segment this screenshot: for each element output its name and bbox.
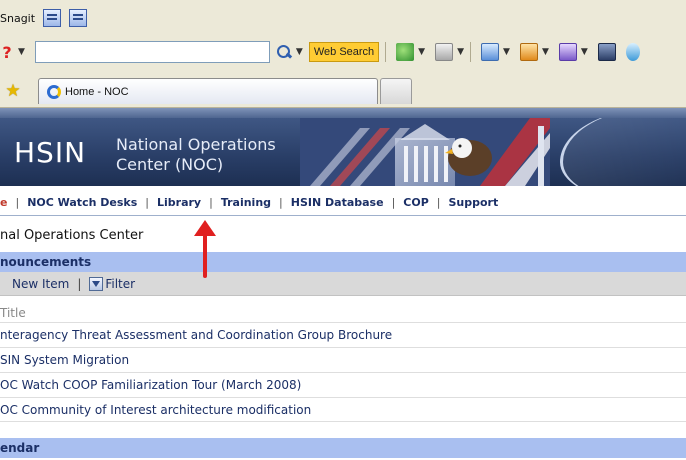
search-toolbar: ? ▼ ▼ Web Search ▼ ▼ ▼ ▼ ▼: [0, 38, 686, 66]
nav-separator: |: [15, 196, 20, 209]
announcement-link[interactable]: OC Community of Interest architecture mo…: [0, 403, 311, 417]
nav-hsin-database[interactable]: HSIN Database: [291, 196, 384, 209]
nav-library[interactable]: Library: [157, 196, 201, 209]
filter-icon[interactable]: [89, 276, 104, 291]
nav-separator: |: [391, 196, 396, 209]
snagit-label: Snagit: [0, 11, 36, 25]
toolbar-divider: [470, 42, 472, 62]
add-bookmark-icon[interactable]: [396, 43, 415, 61]
hsin-logo: HSIN: [14, 136, 87, 169]
banner-subtitle-line1: National Operations: [116, 135, 276, 154]
list-item[interactable]: OC Watch COOP Familiarization Tour (Marc…: [0, 372, 686, 397]
toolbar-divider: [385, 42, 387, 62]
nav-noc-watch-desks[interactable]: NOC Watch Desks: [27, 196, 137, 209]
nav-separator: |: [209, 196, 213, 209]
monument-image: [538, 126, 544, 186]
chevron-down-icon[interactable]: ▼: [296, 47, 303, 57]
snagit-editor-icon[interactable]: [69, 9, 88, 27]
research-icon[interactable]: [597, 43, 616, 61]
chevron-down-icon[interactable]: ▼: [457, 47, 464, 57]
nav-home[interactable]: e: [0, 196, 7, 209]
filter-button[interactable]: Filter: [105, 277, 135, 291]
nav-training[interactable]: Training: [221, 196, 271, 209]
snagit-capture-icon[interactable]: [43, 9, 62, 27]
help-icon[interactable]: ?: [0, 43, 14, 62]
browser-chrome: Snagit ? ▼ ▼ Web Search ▼ ▼ ▼ ▼ ▼ ★ Home…: [0, 0, 686, 108]
chevron-down-icon[interactable]: ▼: [581, 47, 588, 57]
print-icon[interactable]: [481, 43, 500, 61]
new-item-button[interactable]: New Item: [12, 277, 69, 291]
nav-separator: |: [145, 196, 149, 209]
nav-separator: |: [279, 196, 283, 209]
chevron-down-icon[interactable]: ▼: [418, 47, 425, 57]
search-icon[interactable]: [276, 44, 292, 60]
tab-title: Home - NOC: [65, 85, 129, 98]
column-header-title[interactable]: Title: [0, 306, 26, 320]
page-icon[interactable]: [435, 43, 454, 61]
new-tab-button[interactable]: [380, 78, 412, 104]
web-search-input[interactable]: [34, 41, 270, 63]
list-item[interactable]: OC Community of Interest architecture mo…: [0, 397, 686, 422]
mail-icon[interactable]: [519, 43, 538, 61]
banner-top-strip: [0, 108, 686, 118]
banner-swoosh: [560, 118, 686, 186]
page-title: nal Operations Center: [0, 228, 144, 243]
ie-logo-icon: [47, 84, 61, 99]
tab-home-noc[interactable]: Home - NOC: [38, 78, 378, 104]
annotation-arrow-icon: [194, 220, 216, 278]
nav-support[interactable]: Support: [449, 196, 499, 209]
chevron-down-icon[interactable]: ▼: [18, 47, 25, 57]
calendar-header[interactable]: endar: [0, 438, 686, 458]
chevron-down-icon[interactable]: ▼: [542, 47, 549, 57]
announcement-link[interactable]: SIN System Migration: [0, 353, 129, 367]
banner-collage-image: [300, 118, 550, 186]
chevron-down-icon[interactable]: ▼: [503, 47, 510, 57]
tab-bar: ★ Home - NOC: [0, 76, 686, 106]
announcement-link[interactable]: nteragency Threat Assessment and Coordin…: [0, 328, 392, 342]
hsin-banner: HSIN National Operations Center (NOC): [0, 118, 686, 186]
banner-subtitle-line2: Center (NOC): [116, 155, 224, 174]
announcements-header[interactable]: nouncements: [0, 252, 686, 272]
toolbar-separator: |: [77, 276, 82, 291]
tools-icon[interactable]: [558, 43, 577, 61]
globe-icon[interactable]: [625, 43, 640, 61]
nav-cop[interactable]: COP: [403, 196, 429, 209]
top-nav: e | NOC Watch Desks | Library | Training…: [0, 190, 686, 216]
favorites-star-icon[interactable]: ★: [2, 81, 24, 101]
web-search-button[interactable]: Web Search: [308, 42, 380, 62]
announcement-link[interactable]: OC Watch COOP Familiarization Tour (Marc…: [0, 378, 301, 392]
nav-separator: |: [436, 196, 441, 209]
list-item[interactable]: nteragency Threat Assessment and Coordin…: [0, 322, 686, 347]
snagit-toolbar: Snagit: [0, 6, 686, 30]
announcements-list: nteragency Threat Assessment and Coordin…: [0, 322, 686, 422]
announcements-toolbar: New Item | Filter: [0, 272, 686, 296]
list-item[interactable]: SIN System Migration: [0, 347, 686, 372]
